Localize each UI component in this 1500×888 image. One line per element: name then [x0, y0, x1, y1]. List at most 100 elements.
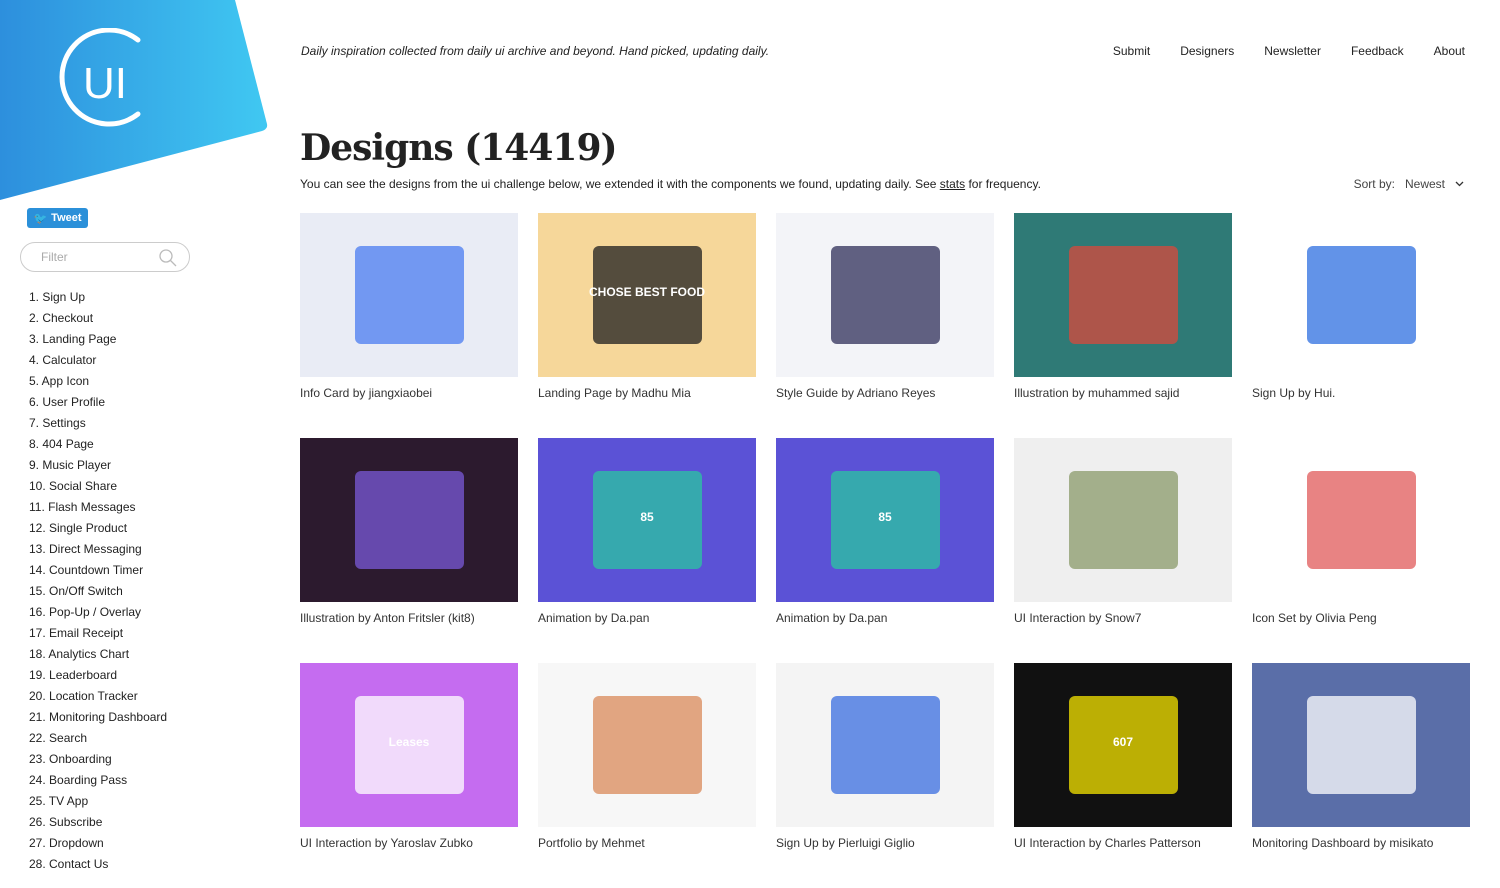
category-list: 1. Sign Up 2. Checkout 3. Landing Page 4. C…: [29, 289, 167, 877]
category-item[interactable]: 5. App Icon: [29, 373, 167, 394]
category-item[interactable]: 14. Countdown Timer: [29, 562, 167, 583]
thumbnail-artwork: [830, 245, 940, 345]
category-item[interactable]: 12. Single Product: [29, 520, 167, 541]
category-item[interactable]: 17. Email Receipt: [29, 625, 167, 646]
category-item[interactable]: 26. Subscribe: [29, 814, 167, 835]
design-card[interactable]: 85 Animation by Da.pan: [538, 438, 756, 663]
design-card[interactable]: Style Guide by Adriano Reyes: [776, 213, 994, 438]
category-item[interactable]: 11. Flash Messages: [29, 499, 167, 520]
design-thumbnail[interactable]: Leases: [300, 663, 518, 827]
design-card[interactable]: Leases UI Interaction by Yaroslav Zubko: [300, 663, 518, 888]
design-thumbnail[interactable]: [776, 663, 994, 827]
design-thumbnail[interactable]: [1252, 213, 1470, 377]
design-thumbnail[interactable]: [1014, 213, 1232, 377]
category-item[interactable]: 10. Social Share: [29, 478, 167, 499]
design-thumbnail[interactable]: [1252, 438, 1470, 602]
thumbnail-artwork: [830, 695, 940, 795]
sort-value: Newest: [1404, 177, 1445, 191]
design-card[interactable]: UI Interaction by Snow7: [1014, 438, 1232, 663]
design-caption: Illustration by Anton Fritsler (kit8): [300, 611, 475, 625]
intro-text: You can see the designs from the ui chal…: [300, 177, 1041, 191]
design-card[interactable]: CHOSE BEST FOOD Landing Page by Madhu Mia: [538, 213, 756, 438]
category-item[interactable]: 27. Dropdown: [29, 835, 167, 856]
category-item[interactable]: 1. Sign Up: [29, 289, 167, 310]
category-item[interactable]: 6. User Profile: [29, 394, 167, 415]
category-item[interactable]: 25. TV App: [29, 793, 167, 814]
design-thumbnail[interactable]: 607: [1014, 663, 1232, 827]
category-item[interactable]: 15. On/Off Switch: [29, 583, 167, 604]
category-item[interactable]: 7. Settings: [29, 415, 167, 436]
design-thumbnail[interactable]: 85: [538, 438, 756, 602]
category-item[interactable]: 21. Monitoring Dashboard: [29, 709, 167, 730]
chevron-down-icon: [1455, 181, 1464, 187]
design-thumbnail[interactable]: [300, 438, 518, 602]
thumbnail-artwork: [1068, 245, 1178, 345]
search-icon[interactable]: [159, 249, 177, 267]
design-thumbnail[interactable]: CHOSE BEST FOOD: [538, 213, 756, 377]
design-card[interactable]: 607 UI Interaction by Charles Patterson: [1014, 663, 1232, 888]
category-item[interactable]: 9. Music Player: [29, 457, 167, 478]
thumbnail-artwork: [1306, 470, 1416, 570]
design-thumbnail[interactable]: [300, 213, 518, 377]
design-thumbnail[interactable]: [1252, 663, 1470, 827]
category-item[interactable]: 23. Onboarding: [29, 751, 167, 772]
design-caption: Portfolio by Mehmet: [538, 836, 645, 850]
design-caption: Info Card by jiangxiaobei: [300, 386, 433, 400]
nav-about[interactable]: About: [1434, 44, 1465, 58]
thumbnail-artwork: [354, 470, 464, 570]
category-item[interactable]: 18. Analytics Chart: [29, 646, 167, 667]
category-item[interactable]: 2. Checkout: [29, 310, 167, 331]
sort-dropdown[interactable]: Sort by: Newest: [1354, 177, 1464, 191]
design-thumbnail[interactable]: [538, 663, 756, 827]
category-item[interactable]: 19. Leaderboard: [29, 667, 167, 688]
nav-submit[interactable]: Submit: [1113, 44, 1150, 58]
tagline: Daily inspiration collected from daily u…: [301, 44, 770, 58]
category-item[interactable]: 20. Location Tracker: [29, 688, 167, 709]
stats-link[interactable]: stats: [940, 177, 965, 191]
thumbnail-artwork: [1068, 470, 1178, 570]
category-item[interactable]: 4. Calculator: [29, 352, 167, 373]
design-thumbnail[interactable]: [776, 213, 994, 377]
tweet-button[interactable]: 🐦 Tweet: [27, 208, 88, 228]
thumbnail-text: CHOSE BEST FOOD: [588, 285, 705, 300]
design-caption: Illustration by muhammed sajid: [1014, 386, 1180, 400]
design-card[interactable]: Info Card by jiangxiaobei: [300, 213, 518, 438]
design-thumbnail[interactable]: [1014, 438, 1232, 602]
page-title: Designs (14419): [300, 127, 618, 169]
filter-input[interactable]: [41, 250, 151, 264]
design-caption: Sign Up by Pierluigi Giglio: [776, 836, 915, 850]
design-card[interactable]: Illustration by muhammed sajid: [1014, 213, 1232, 438]
category-item[interactable]: 22. Search: [29, 730, 167, 751]
thumbnail-text: 85: [640, 510, 654, 525]
thumbnail-artwork: [354, 245, 464, 345]
design-card[interactable]: Sign Up by Hui.: [1252, 213, 1470, 438]
design-card[interactable]: Portfolio by Mehmet: [538, 663, 756, 888]
category-item[interactable]: 16. Pop-Up / Overlay: [29, 604, 167, 625]
nav-designers[interactable]: Designers: [1180, 44, 1234, 58]
design-thumbnail[interactable]: 85: [776, 438, 994, 602]
category-item[interactable]: 13. Direct Messaging: [29, 541, 167, 562]
nav-feedback[interactable]: Feedback: [1351, 44, 1404, 58]
design-card[interactable]: Icon Set by Olivia Peng: [1252, 438, 1470, 663]
thumbnail-text: 607: [1112, 735, 1134, 750]
thumbnail-text: 85: [878, 510, 892, 525]
design-caption: Monitoring Dashboard by misikato: [1252, 836, 1434, 850]
design-caption: Animation by Da.pan: [776, 611, 888, 625]
design-caption: Sign Up by Hui.: [1252, 386, 1336, 400]
nav-newsletter[interactable]: Newsletter: [1264, 44, 1321, 58]
thumbnail-artwork: [592, 695, 702, 795]
category-item[interactable]: 3. Landing Page: [29, 331, 167, 352]
design-caption: UI Interaction by Yaroslav Zubko: [300, 836, 473, 850]
logo-text: UI: [83, 59, 127, 108]
design-caption: Icon Set by Olivia Peng: [1252, 611, 1377, 625]
category-item[interactable]: 24. Boarding Pass: [29, 772, 167, 793]
design-card[interactable]: Illustration by Anton Fritsler (kit8): [300, 438, 518, 663]
design-caption: Animation by Da.pan: [538, 611, 650, 625]
category-item[interactable]: 8. 404 Page: [29, 436, 167, 457]
design-card[interactable]: 85 Animation by Da.pan: [776, 438, 994, 663]
design-grid: Info Card by jiangxiaobei CHOSE BEST FOOD…: [300, 213, 1470, 888]
design-card[interactable]: Sign Up by Pierluigi Giglio: [776, 663, 994, 888]
design-caption: UI Interaction by Snow7: [1014, 611, 1142, 625]
design-card[interactable]: Monitoring Dashboard by misikato: [1252, 663, 1470, 888]
category-item[interactable]: 28. Contact Us: [29, 856, 167, 877]
